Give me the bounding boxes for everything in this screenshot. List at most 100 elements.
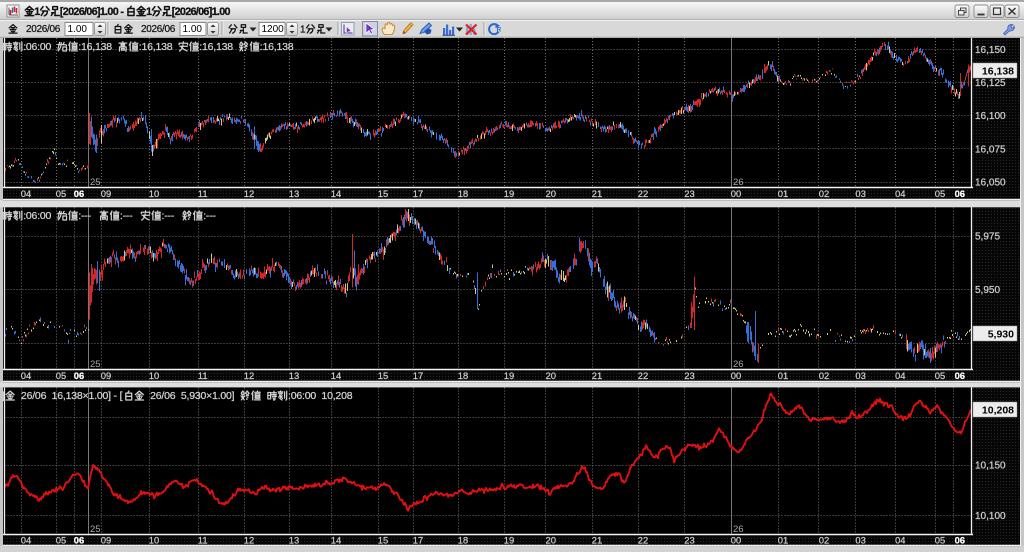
svg-text:13: 13 bbox=[289, 370, 299, 381]
svg-text:13: 13 bbox=[289, 535, 299, 546]
svg-text:09: 09 bbox=[101, 535, 111, 546]
svg-text:06: 06 bbox=[74, 535, 84, 546]
svg-text:1.00: 1.00 bbox=[68, 24, 88, 35]
svg-text:21: 21 bbox=[592, 370, 602, 381]
svg-text:5,930: 5,930 bbox=[988, 328, 1014, 340]
svg-text::---: :--- bbox=[78, 210, 96, 222]
svg-text::---: :--- bbox=[203, 210, 216, 222]
svg-text:01: 01 bbox=[778, 370, 788, 381]
svg-text:25: 25 bbox=[90, 359, 101, 370]
svg-text:16,150: 16,150 bbox=[975, 45, 1006, 56]
svg-text:18: 18 bbox=[458, 370, 468, 381]
svg-text:06: 06 bbox=[955, 370, 965, 381]
svg-text::06:00: :06:00 bbox=[23, 210, 56, 222]
svg-text:26/06 16,138×1.00] - [: 26/06 16,138×1.00] - [ bbox=[16, 390, 123, 402]
svg-text:21: 21 bbox=[592, 535, 602, 546]
svg-text:01: 01 bbox=[778, 535, 788, 546]
svg-text:04: 04 bbox=[895, 535, 905, 546]
svg-text:15: 15 bbox=[378, 188, 388, 199]
svg-text:17: 17 bbox=[413, 535, 423, 546]
svg-text:1: 1 bbox=[300, 24, 306, 35]
svg-text:00: 00 bbox=[731, 370, 741, 381]
svg-text:06: 06 bbox=[955, 188, 965, 199]
svg-text:2026/06: 2026/06 bbox=[26, 24, 61, 35]
svg-text:17: 17 bbox=[413, 370, 423, 381]
svg-text:02: 02 bbox=[819, 535, 829, 546]
svg-text:12: 12 bbox=[244, 370, 254, 381]
svg-text:[2026/06]1.00: [2026/06]1.00 bbox=[172, 6, 231, 18]
svg-text:23: 23 bbox=[684, 370, 694, 381]
svg-text::06:00 10,208: :06:00 10,208 bbox=[288, 390, 353, 402]
svg-text:[: [ bbox=[2, 390, 5, 402]
svg-text:18: 18 bbox=[458, 535, 468, 546]
svg-text:10: 10 bbox=[149, 188, 159, 199]
svg-text:5,950: 5,950 bbox=[975, 285, 1000, 296]
svg-text:26: 26 bbox=[733, 359, 744, 370]
svg-text:13: 13 bbox=[289, 188, 299, 199]
svg-text:23: 23 bbox=[684, 535, 694, 546]
svg-text:16,075: 16,075 bbox=[975, 144, 1006, 155]
svg-text:[2026/06]1.00 -: [2026/06]1.00 - bbox=[60, 6, 126, 18]
svg-text:16,138: 16,138 bbox=[982, 65, 1014, 77]
svg-text:11: 11 bbox=[198, 535, 208, 546]
svg-text:02: 02 bbox=[819, 188, 829, 199]
svg-text:03: 03 bbox=[855, 188, 865, 199]
svg-text:16,050: 16,050 bbox=[975, 178, 1006, 189]
svg-text:20: 20 bbox=[546, 535, 556, 546]
svg-text:22: 22 bbox=[638, 370, 648, 381]
svg-text:00: 00 bbox=[731, 535, 741, 546]
svg-text:20: 20 bbox=[546, 188, 556, 199]
svg-text:06: 06 bbox=[74, 188, 84, 199]
svg-text:04: 04 bbox=[895, 188, 905, 199]
svg-text:2026/06: 2026/06 bbox=[141, 24, 176, 35]
svg-text:10: 10 bbox=[149, 535, 159, 546]
svg-text:10,150: 10,150 bbox=[975, 461, 1006, 472]
svg-text::16,138: :16,138 bbox=[139, 41, 178, 53]
svg-text:1.00: 1.00 bbox=[183, 24, 203, 35]
svg-text:R: R bbox=[497, 27, 502, 34]
svg-text:18: 18 bbox=[458, 188, 468, 199]
svg-text:21: 21 bbox=[592, 188, 602, 199]
svg-text:15: 15 bbox=[378, 535, 388, 546]
svg-text:5,975: 5,975 bbox=[975, 232, 1000, 243]
svg-text:04: 04 bbox=[21, 370, 31, 381]
svg-text::06:00: :06:00 bbox=[23, 41, 56, 53]
svg-text:05: 05 bbox=[935, 535, 945, 546]
svg-text:1: 1 bbox=[34, 6, 40, 18]
svg-text:03: 03 bbox=[855, 535, 865, 546]
svg-text:12: 12 bbox=[244, 188, 254, 199]
svg-text:01: 01 bbox=[778, 188, 788, 199]
svg-text:19: 19 bbox=[504, 535, 514, 546]
svg-text:11: 11 bbox=[198, 188, 208, 199]
svg-text:19: 19 bbox=[504, 370, 514, 381]
svg-text:04: 04 bbox=[21, 188, 31, 199]
svg-text:14: 14 bbox=[331, 370, 341, 381]
svg-text:05: 05 bbox=[56, 535, 66, 546]
svg-text::---: :--- bbox=[120, 210, 138, 222]
svg-text:12: 12 bbox=[244, 535, 254, 546]
svg-text::---: :--- bbox=[162, 210, 180, 222]
svg-text:1200: 1200 bbox=[262, 24, 285, 35]
svg-text:03: 03 bbox=[855, 370, 865, 381]
svg-text:16,100: 16,100 bbox=[975, 111, 1006, 122]
svg-text:15: 15 bbox=[378, 370, 388, 381]
svg-text:14: 14 bbox=[331, 188, 341, 199]
svg-text:10,100: 10,100 bbox=[975, 511, 1006, 522]
svg-text:19: 19 bbox=[504, 188, 514, 199]
svg-text:02: 02 bbox=[819, 370, 829, 381]
svg-text:10: 10 bbox=[149, 370, 159, 381]
svg-text:10,208: 10,208 bbox=[982, 404, 1014, 416]
svg-text:05: 05 bbox=[56, 188, 66, 199]
svg-text:17: 17 bbox=[413, 188, 423, 199]
svg-text:06: 06 bbox=[955, 535, 965, 546]
svg-text:25: 25 bbox=[90, 524, 101, 535]
svg-text:26: 26 bbox=[733, 177, 744, 188]
svg-text:1: 1 bbox=[146, 6, 152, 18]
svg-text:26: 26 bbox=[733, 524, 744, 535]
svg-text:22: 22 bbox=[638, 535, 648, 546]
svg-text:00: 00 bbox=[731, 188, 741, 199]
svg-text:05: 05 bbox=[56, 370, 66, 381]
svg-text:09: 09 bbox=[101, 370, 111, 381]
svg-text:04: 04 bbox=[895, 370, 905, 381]
svg-text:22: 22 bbox=[638, 188, 648, 199]
